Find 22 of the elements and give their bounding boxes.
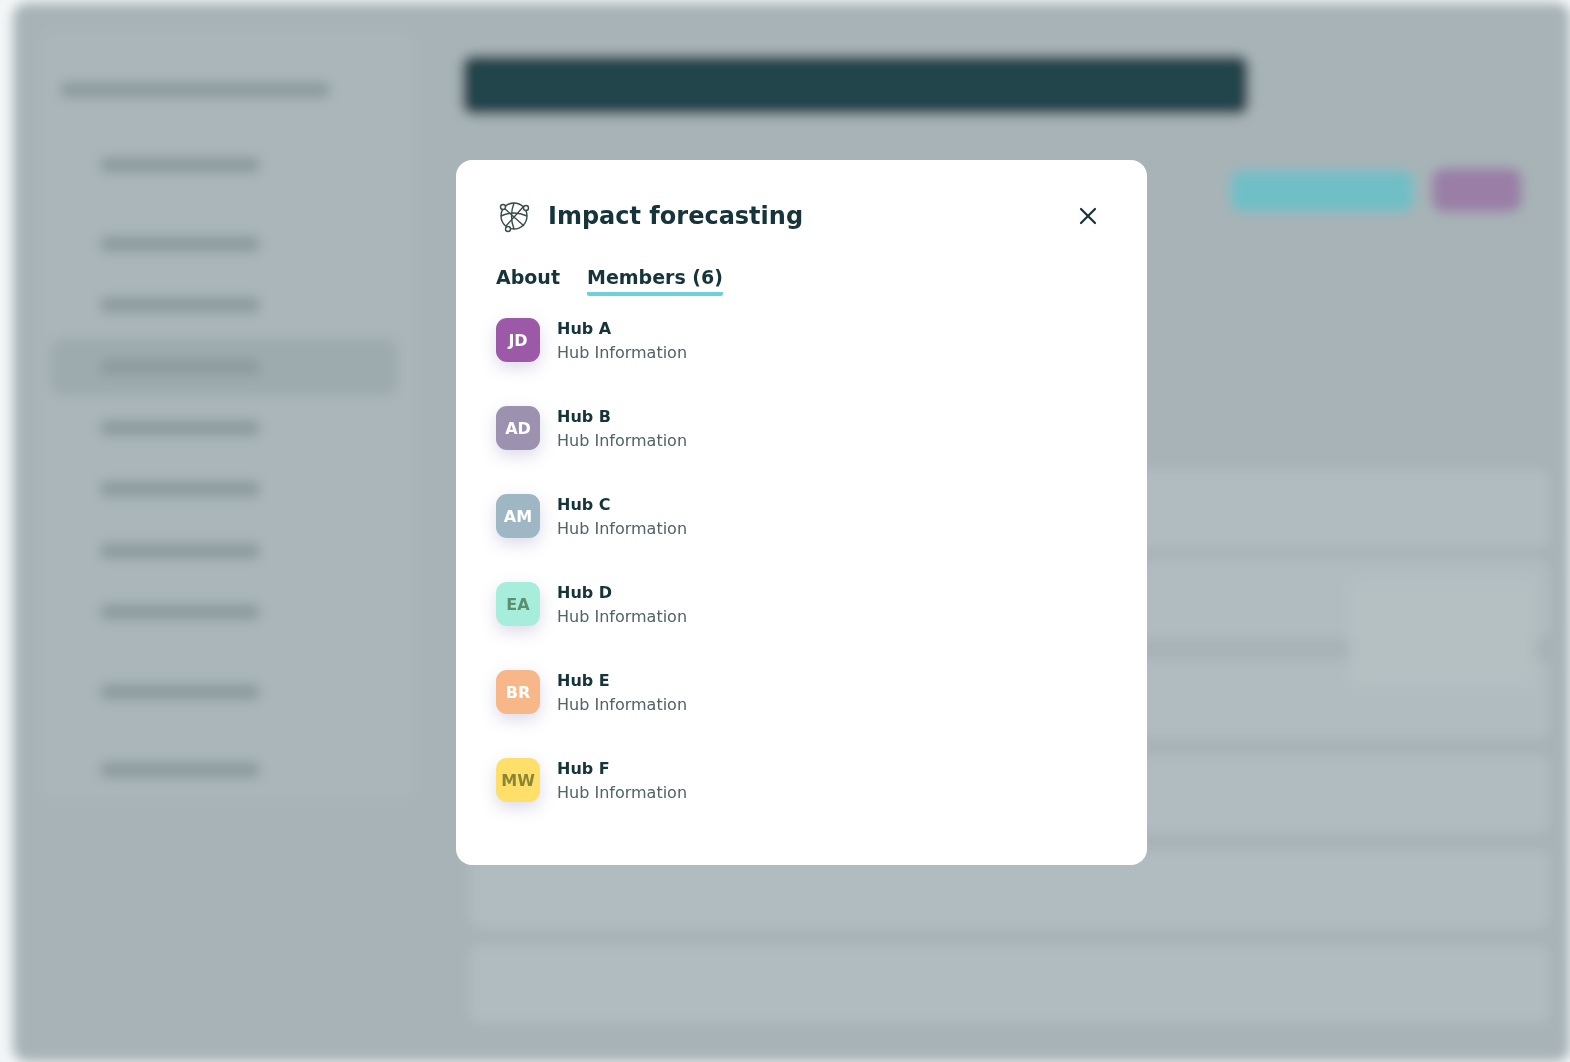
avatar: MW [496,758,540,802]
close-button[interactable] [1077,205,1099,227]
avatar: AD [496,406,540,450]
dialog-title: Impact forecasting [548,202,805,230]
avatar: BR [496,670,540,714]
member-info: Hub Information [557,694,688,714]
member-info: Hub Information [557,606,688,626]
member-info: Hub Information [557,430,688,450]
avatar: EA [496,582,540,626]
member-name: Hub E [557,670,611,690]
member-name: Hub C [557,494,612,514]
member-name: Hub B [557,406,612,426]
member-name: Hub F [557,758,611,778]
member-info: Hub Information [557,342,688,362]
member-info: Hub Information [557,782,688,802]
member-name: Hub A [557,318,613,338]
tab[interactable]: About [496,266,560,296]
avatar: JD [496,318,540,362]
tab[interactable]: Members (6) [586,266,723,296]
member-info: Hub Information [557,518,688,538]
member-name: Hub D [557,582,614,602]
avatar: AM [496,494,540,538]
